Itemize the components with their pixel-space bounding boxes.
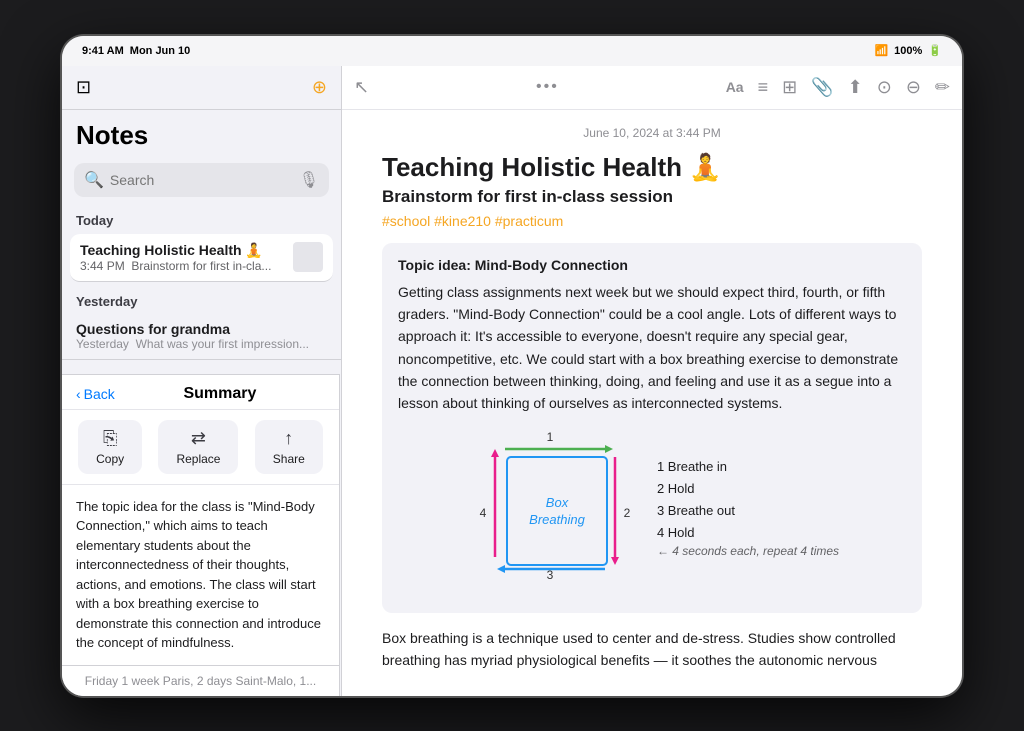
note-date: June 10, 2024 at 3:44 PM	[382, 126, 922, 140]
summary-footer-meta: Friday 1 week Paris, 2 days Saint-Malo, …	[62, 665, 339, 696]
ipad-frame: 9:41 AM Mon Jun 10 📶 100% 🔋 ⊡ ⊕ Notes 🔍 …	[62, 36, 962, 696]
note-section-title: Topic idea: Mind-Body Connection	[398, 257, 906, 273]
note-section-body: Getting class assignments next week but …	[398, 281, 906, 415]
note-item-teaching[interactable]: Teaching Holistic Health 🧘 3:44 PM Brain…	[70, 234, 333, 282]
step-1: 1 Breathe in	[657, 456, 839, 478]
share-icon: ↑	[284, 428, 293, 449]
copy-icon: ⎘	[103, 428, 117, 449]
summary-back-button[interactable]: ‹ Back	[76, 386, 115, 402]
note-meta-grandma: Yesterday What was your first impression…	[76, 337, 327, 351]
checklist-icon[interactable]: ≡	[758, 77, 769, 98]
table-icon[interactable]: ⊞	[782, 77, 797, 98]
note-tags: #school #kine210 #practicum	[382, 213, 922, 229]
status-right: 📶 100% 🔋	[874, 44, 942, 57]
note-title-teaching: Teaching Holistic Health 🧘	[80, 242, 285, 259]
summary-title: Summary	[115, 385, 325, 403]
sidebar: ⊡ ⊕ Notes 🔍 🎙 Today Teaching Holistic He…	[62, 66, 342, 696]
find-icon[interactable]: ⊙	[877, 77, 892, 98]
share-toolbar-icon[interactable]: ⬆	[848, 77, 863, 98]
summary-panel: ‹ Back Summary ⎘ Copy ⇄ Replace ↑	[62, 374, 340, 696]
svg-text:1: 1	[547, 430, 554, 444]
note-title-grandma: Questions for grandma	[76, 321, 327, 337]
back-arrow-icon[interactable]: ↖	[354, 77, 369, 98]
replace-icon: ⇄	[191, 428, 206, 449]
battery-icon: 🔋	[928, 44, 942, 57]
summary-actions: ⎘ Copy ⇄ Replace ↑ Share	[62, 410, 339, 485]
bottom-text: Box breathing is a technique used to cen…	[382, 627, 922, 672]
svg-text:4: 4	[480, 506, 487, 520]
note-title-main: Teaching Holistic Health 🧘	[382, 152, 922, 183]
attachment-icon[interactable]: 📎	[811, 77, 833, 98]
battery: 100%	[894, 45, 922, 57]
text-format-icon[interactable]: Aa	[726, 79, 744, 95]
main-content: ↖ ••• Aa ≡ ⊞ 📎 ⬆ ⊙ ⊖ ✏ June 10, 20	[342, 66, 962, 696]
compose-icon[interactable]: ✏	[935, 77, 950, 98]
box-breathing-diagram: 1 2 3	[465, 427, 645, 587]
search-icon: 🔍	[84, 170, 104, 190]
step-4: 4 Hold	[657, 522, 839, 544]
summary-copy-button[interactable]: ⎘ Copy	[78, 420, 142, 474]
steps-note: ← 4 seconds each, repeat 4 times	[657, 544, 839, 558]
note-meta-teaching: 3:44 PM Brainstorm for first in-cla...	[80, 259, 285, 273]
mic-icon[interactable]: 🎙	[299, 170, 319, 190]
status-bar: 9:41 AM Mon Jun 10 📶 100% 🔋	[62, 36, 962, 66]
step-2: 2 Hold	[657, 478, 839, 500]
section-header-today: Today	[62, 203, 341, 232]
note-section-box: Topic idea: Mind-Body Connection Getting…	[382, 243, 922, 613]
note-preview-thumbnail	[293, 242, 323, 272]
toolbar-left: ↖	[354, 77, 369, 98]
note-scroll-area[interactable]: June 10, 2024 at 3:44 PM Teaching Holist…	[342, 110, 962, 696]
toolbar-right: Aa ≡ ⊞ 📎 ⬆ ⊙ ⊖ ✏	[726, 77, 950, 98]
summary-replace-button[interactable]: ⇄ Replace	[158, 420, 238, 474]
search-bar[interactable]: 🔍 🎙	[74, 163, 329, 197]
breathing-steps: 1 Breathe in 2 Hold 3 Breathe out 4 Hold	[657, 456, 839, 544]
status-left: 9:41 AM Mon Jun 10	[82, 45, 190, 57]
summary-header: ‹ Back Summary	[62, 375, 339, 410]
note-item-grandma[interactable]: Questions for grandma Yesterday What was…	[62, 313, 341, 360]
svg-text:Box: Box	[546, 495, 569, 510]
new-note-icon[interactable]: ⊕	[312, 77, 327, 98]
app-container: ⊡ ⊕ Notes 🔍 🎙 Today Teaching Holistic He…	[62, 66, 962, 696]
step-3: 3 Breathe out	[657, 500, 839, 522]
sidebar-toolbar: ⊡ ⊕	[62, 66, 341, 110]
svg-text:Breathing: Breathing	[529, 512, 585, 527]
minus-icon[interactable]: ⊖	[906, 77, 921, 98]
svg-text:2: 2	[624, 506, 631, 520]
sidebar-title: Notes	[62, 110, 341, 157]
chevron-left-icon: ‹	[76, 386, 81, 402]
time: 9:41 AM	[82, 45, 124, 57]
summary-share-button[interactable]: ↑ Share	[255, 420, 323, 474]
search-input[interactable]	[110, 172, 293, 188]
breathing-steps-container: 1 Breathe in 2 Hold 3 Breathe out 4 Hold…	[657, 456, 839, 558]
diagram-container: 1 2 3	[398, 427, 906, 587]
wifi-icon: 📶	[874, 44, 888, 57]
summary-body: The topic idea for the class is "Mind-Bo…	[62, 485, 339, 665]
main-toolbar: ↖ ••• Aa ≡ ⊞ 📎 ⬆ ⊙ ⊖ ✏	[342, 66, 962, 110]
date: Mon Jun 10	[130, 45, 191, 57]
more-options-icon[interactable]: •••	[536, 78, 559, 96]
sidebar-toggle-icon[interactable]: ⊡	[76, 77, 91, 98]
bottom-text-content: Box breathing is a technique used to cen…	[382, 630, 896, 668]
toolbar-center: •••	[536, 78, 559, 96]
note-subtitle: Brainstorm for first in-class session	[382, 187, 922, 207]
section-header-yesterday: Yesterday	[62, 284, 341, 313]
